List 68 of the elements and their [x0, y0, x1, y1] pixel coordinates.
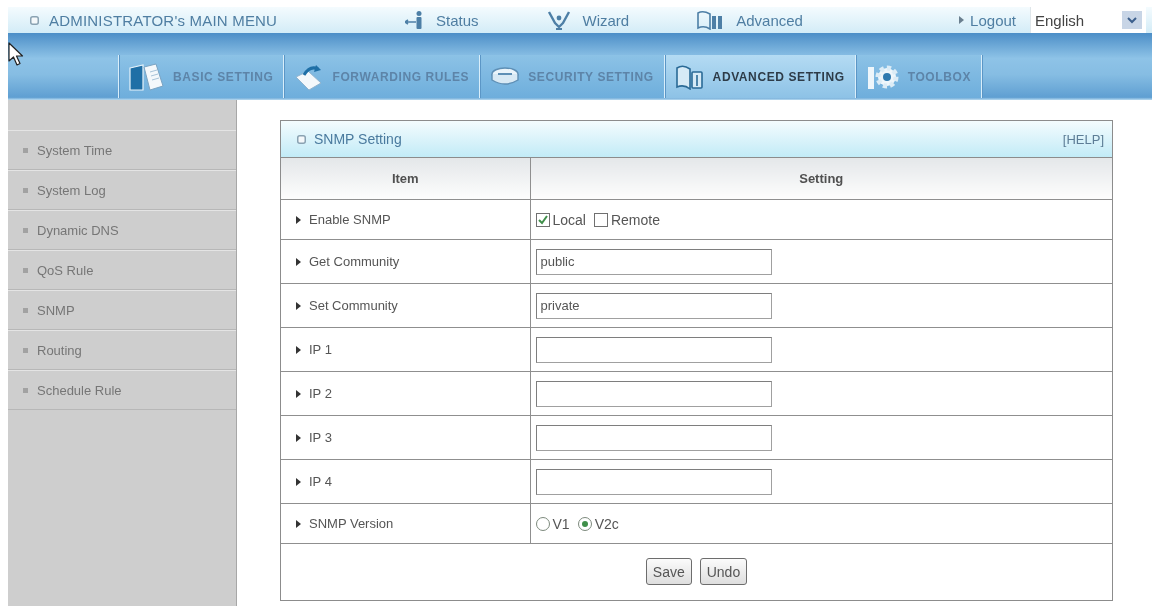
- sidebar-item[interactable]: Dynamic DNS: [8, 210, 236, 250]
- column-header: Item: [281, 158, 530, 200]
- bullet-icon: [23, 267, 28, 273]
- row-label: IP 3: [309, 430, 332, 445]
- text-input[interactable]: public: [535, 248, 772, 275]
- top-menu-link[interactable]: Wizard: [546, 10, 630, 30]
- triangle-right-icon: [296, 389, 301, 398]
- bullet-icon: [23, 187, 28, 193]
- text-input[interactable]: [535, 424, 772, 451]
- triangle-right-icon: [296, 433, 301, 442]
- book-icon: [674, 63, 705, 90]
- sidebar-item[interactable]: Schedule Rule: [8, 370, 236, 410]
- triangle-right-icon: [296, 519, 301, 528]
- row-label: Set Community: [309, 298, 398, 313]
- triangle-right-icon: [296, 301, 301, 310]
- checkbox-label: Remote: [610, 211, 660, 228]
- sidebar-item[interactable]: QoS Rule: [8, 250, 236, 290]
- sidebar-item[interactable]: System Time: [8, 130, 236, 170]
- triangle-right-icon: [296, 215, 301, 224]
- sidebar-item[interactable]: SNMP: [8, 290, 236, 330]
- person-arrow-icon: [405, 11, 424, 29]
- square-bullet-icon: [297, 134, 306, 144]
- text-input[interactable]: private: [535, 292, 772, 319]
- checkbox-label: Local: [552, 211, 586, 228]
- mouse-pointer-icon: [8, 42, 24, 66]
- radio-button[interactable]: [535, 516, 550, 531]
- sidebar-item[interactable]: System Log: [8, 170, 236, 210]
- text-input[interactable]: [535, 336, 772, 363]
- bullet-icon: [23, 387, 28, 393]
- sidebar-item[interactable]: Routing: [8, 330, 236, 370]
- bullet-icon: [23, 227, 28, 233]
- menu-title: ADMINISTRATOR's MAIN MENU: [49, 11, 278, 29]
- triangle-right-icon: [296, 257, 301, 266]
- column-header: Setting: [530, 158, 1112, 200]
- book-icon: [697, 10, 725, 30]
- top-menu-link[interactable]: Advanced: [697, 10, 803, 30]
- language-select[interactable]: English: [1030, 7, 1146, 33]
- row-label: SNMP Version: [309, 516, 394, 531]
- row-label: IP 1: [309, 342, 332, 357]
- logout-link[interactable]: Logout: [959, 11, 1016, 29]
- help-link[interactable]: [HELP]: [1062, 131, 1104, 147]
- checkbox[interactable]: [593, 212, 608, 227]
- row-label: IP 2: [309, 386, 332, 401]
- radio-button[interactable]: [577, 516, 592, 531]
- form-button[interactable]: Save: [645, 558, 692, 586]
- row-label: Get Community: [309, 254, 400, 269]
- top-menu-link[interactable]: Status: [405, 11, 479, 29]
- text-input[interactable]: [535, 468, 772, 495]
- triangle-right-icon: [959, 16, 965, 24]
- bullet-icon: [23, 347, 28, 353]
- nav-tab[interactable]: ADVANCED SETTING: [663, 55, 855, 98]
- radio-label: V2c: [594, 515, 619, 532]
- panel-title: SNMP Setting: [314, 131, 402, 147]
- row-label: IP 4: [309, 474, 332, 489]
- chevron-down-icon: [1122, 11, 1142, 29]
- triangle-right-icon: [296, 477, 301, 486]
- form-button[interactable]: Undo: [699, 558, 748, 586]
- row-label: Enable SNMP: [309, 212, 391, 227]
- bullet-icon: [23, 307, 28, 313]
- triangle-right-icon: [296, 345, 301, 354]
- raised-arms-icon: [546, 10, 571, 30]
- radio-label: V1: [552, 515, 570, 532]
- text-input[interactable]: [535, 380, 772, 407]
- square-bullet-icon: [30, 15, 39, 25]
- checkbox[interactable]: [535, 212, 550, 227]
- router-icon: [490, 65, 521, 88]
- bullet-icon: [23, 147, 28, 153]
- folder-document-icon: [129, 61, 165, 92]
